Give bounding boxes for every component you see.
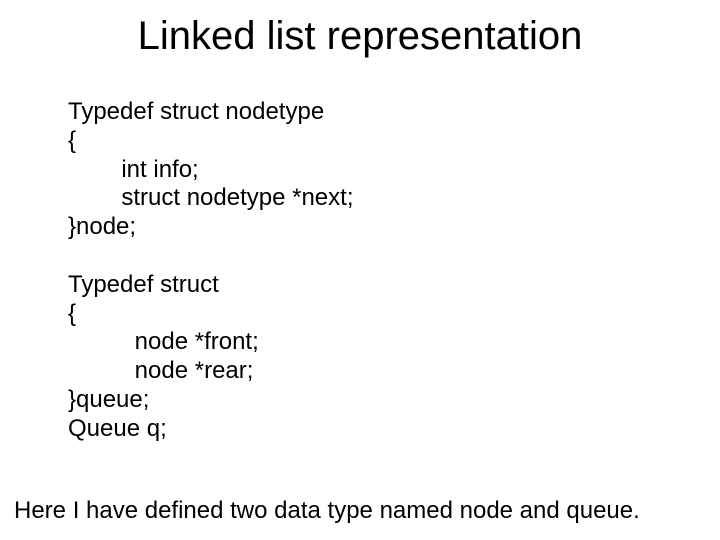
code-line: Queue q; <box>68 415 700 444</box>
code-line: }node; <box>68 213 700 242</box>
code-line: }queue; <box>68 386 700 415</box>
code-line: { <box>68 300 700 329</box>
footer-text: Here I have defined two data type named … <box>14 497 710 526</box>
code-line: Typedef struct <box>68 271 700 300</box>
code-line: node *rear; <box>68 357 700 386</box>
code-line: node *front; <box>68 328 700 357</box>
blank-line <box>68 242 700 271</box>
slide-title: Linked list representation <box>0 14 720 59</box>
code-line: { <box>68 127 700 156</box>
code-line: int info; <box>68 156 700 185</box>
code-line: struct nodetype *next; <box>68 184 700 213</box>
code-block: Typedef struct nodetype { int info; stru… <box>68 98 700 444</box>
code-line: Typedef struct nodetype <box>68 98 700 127</box>
slide: Linked list representation Typedef struc… <box>0 0 720 540</box>
